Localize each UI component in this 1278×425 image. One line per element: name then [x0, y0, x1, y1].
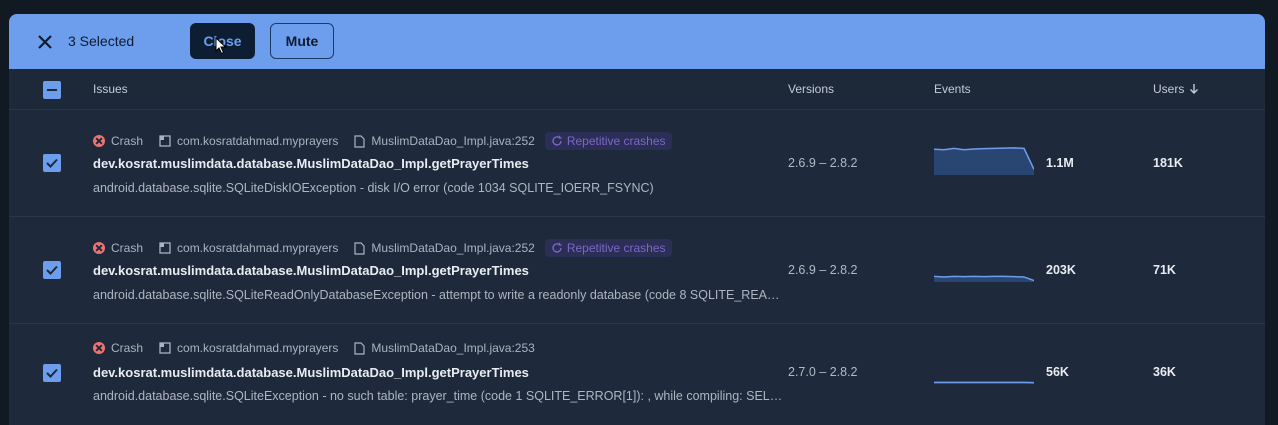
issue-meta: Crash com.kosratdahmad.myprayers MuslimD… [93, 132, 672, 150]
crash-icon [93, 135, 105, 147]
crash-icon [93, 242, 105, 254]
users-count: 36K [1153, 365, 1176, 379]
issue-title[interactable]: dev.kosrat.muslimdata.database.MuslimDat… [93, 365, 529, 380]
version-range: 2.6.9 – 2.8.2 [788, 263, 858, 277]
selected-count: 3 Selected [68, 33, 135, 49]
select-all-checkbox[interactable] [43, 81, 61, 99]
sort-down-icon [1190, 84, 1199, 94]
users-count: 181K [1153, 156, 1183, 170]
column-users[interactable]: Users [1153, 82, 1200, 96]
events-sparkline [934, 275, 1034, 282]
version-range: 2.6.9 – 2.8.2 [788, 156, 858, 170]
sync-icon [552, 242, 562, 253]
row-checkbox[interactable] [43, 364, 61, 382]
repetitive-crashes-badge: Repetitive crashes [544, 239, 672, 257]
users-count: 71K [1153, 263, 1176, 277]
column-events: Events [934, 82, 971, 96]
events-count: 1.1M [1046, 156, 1074, 170]
table-row[interactable]: Crash com.kosratdahmad.myprayers MuslimD… [9, 217, 1265, 324]
issue-type: Crash [111, 241, 144, 255]
table-row[interactable]: Crash com.kosratdahmad.myprayers MuslimD… [9, 110, 1265, 217]
events-count: 56K [1046, 365, 1069, 379]
issues-panel: 3 Selected Close Mute Issues Versions Ev… [9, 14, 1265, 425]
row-checkbox[interactable] [43, 261, 61, 279]
file-location: MuslimDataDao_Impl.java:253 [371, 341, 535, 355]
package-icon [159, 135, 171, 147]
issue-title[interactable]: dev.kosrat.muslimdata.database.MuslimDat… [93, 156, 529, 171]
issue-meta: Crash com.kosratdahmad.myprayers MuslimD… [93, 239, 672, 257]
package-icon [159, 242, 171, 254]
file-location: MuslimDataDao_Impl.java:252 [371, 241, 535, 255]
column-users-label: Users [1153, 82, 1185, 96]
checkmark-icon [46, 368, 58, 378]
sparkline-area [934, 147, 1034, 175]
file-icon [354, 134, 366, 148]
badge-label: Repetitive crashes [566, 134, 666, 148]
row-checkbox[interactable] [43, 154, 61, 172]
close-icon[interactable] [35, 32, 55, 52]
badge-label: Repetitive crashes [566, 241, 666, 255]
events-sparkline [934, 147, 1034, 175]
issue-meta: Crash com.kosratdahmad.myprayers MuslimD… [93, 341, 535, 355]
package-name: com.kosratdahmad.myprayers [177, 341, 339, 355]
mouse-cursor-icon [215, 37, 227, 55]
issue-type: Crash [111, 134, 144, 148]
table-row[interactable]: Crash com.kosratdahmad.myprayers MuslimD… [9, 324, 1265, 425]
file-icon [354, 241, 366, 255]
file-location: MuslimDataDao_Impl.java:252 [371, 134, 535, 148]
crash-icon [93, 342, 105, 354]
sync-icon [552, 135, 562, 146]
checkmark-icon [46, 158, 58, 168]
issue-subtitle: android.database.sqlite.SQLiteDiskIOExce… [93, 181, 654, 195]
table-header: Issues Versions Events Users [9, 69, 1265, 110]
events-sparkline [934, 381, 1034, 384]
package-name: com.kosratdahmad.myprayers [177, 134, 339, 148]
events-count: 203K [1046, 263, 1076, 277]
issue-subtitle: android.database.sqlite.SQLiteException … [93, 389, 785, 403]
column-versions: Versions [788, 82, 835, 96]
selection-action-bar: 3 Selected Close Mute [9, 14, 1265, 69]
package-icon [159, 342, 171, 354]
checkmark-icon [46, 265, 58, 275]
version-range: 2.7.0 – 2.8.2 [788, 365, 858, 379]
issue-title[interactable]: dev.kosrat.muslimdata.database.MuslimDat… [93, 263, 529, 278]
file-icon [354, 341, 366, 355]
mute-issues-button[interactable]: Mute [270, 23, 334, 59]
issue-type: Crash [111, 341, 144, 355]
package-name: com.kosratdahmad.myprayers [177, 241, 339, 255]
repetitive-crashes-badge: Repetitive crashes [544, 132, 672, 150]
issue-subtitle: android.database.sqlite.SQLiteReadOnlyDa… [93, 288, 785, 302]
column-issues: Issues [93, 82, 128, 96]
